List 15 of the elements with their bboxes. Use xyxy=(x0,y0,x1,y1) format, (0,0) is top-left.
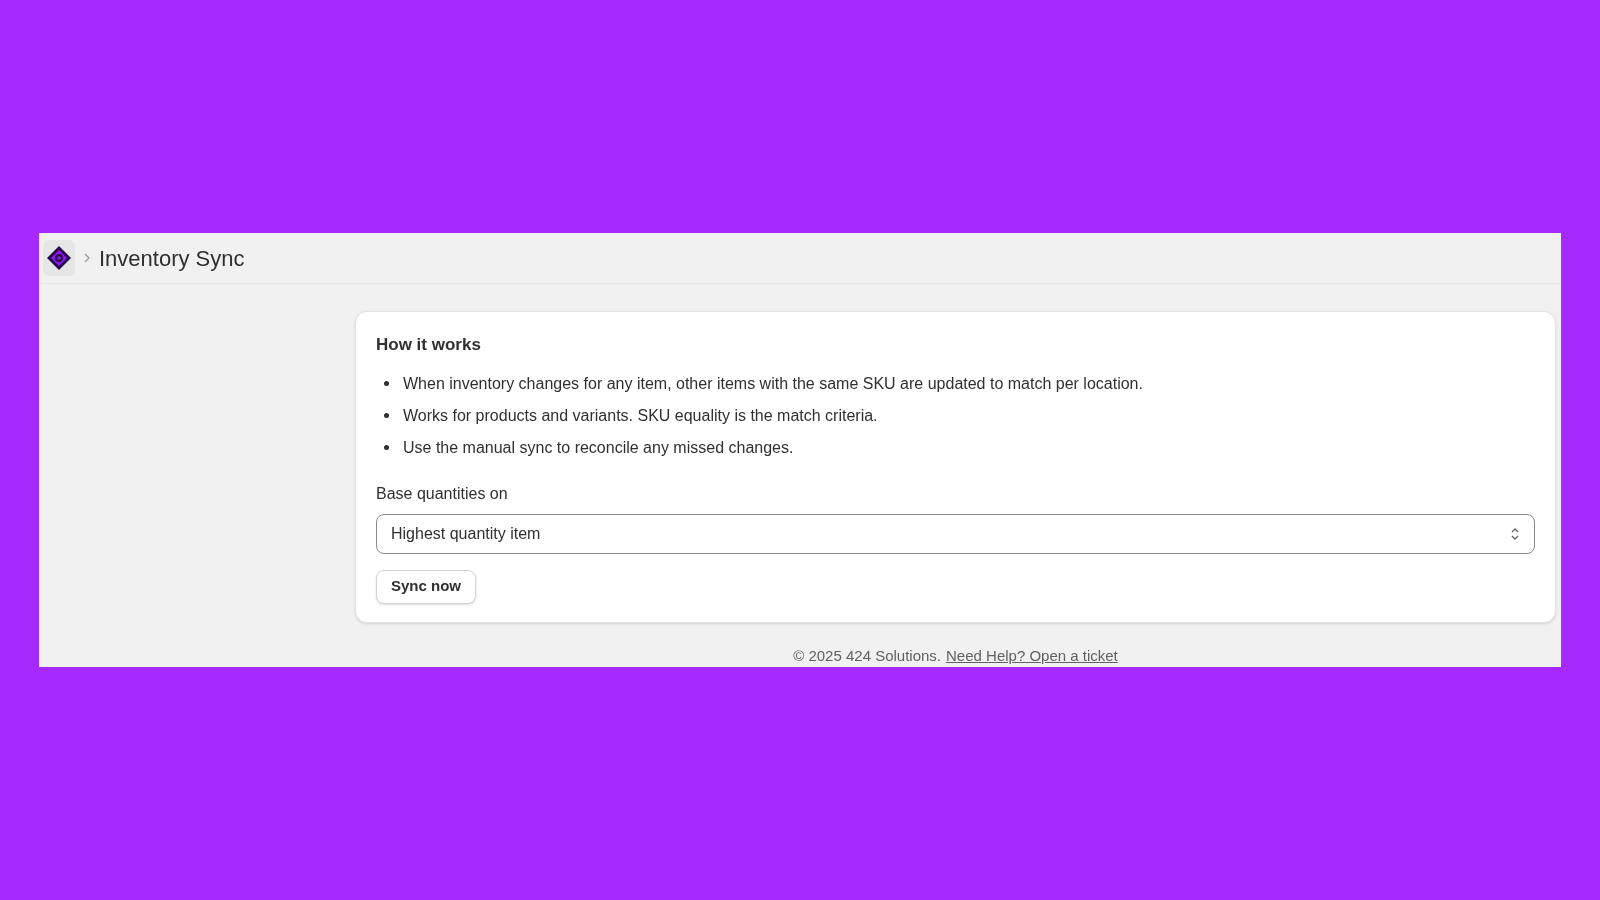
bullet-text: Works for products and variants. SKU equality is the match criteria. xyxy=(403,405,878,426)
bullet-text: Use the manual sync to reconcile any missed changes. xyxy=(403,437,794,458)
bullet-text: When inventory changes for any item, other items with the same SKU are updated to match per location. xyxy=(403,373,1143,394)
card-title: How it works xyxy=(376,334,482,356)
bullet-icon xyxy=(384,445,389,450)
field-label: Base quantities on xyxy=(376,483,509,504)
sync-now-button[interactable]: Sync now xyxy=(376,569,476,604)
bullet-icon xyxy=(384,381,389,386)
base-quantities-select[interactable]: Highest quantity item xyxy=(376,513,1535,554)
page-title: Inventory Sync xyxy=(99,244,245,273)
help-link[interactable]: Need Help? Open a ticket xyxy=(946,644,1118,667)
breadcrumb-chevron-icon xyxy=(83,252,91,264)
copyright-text: © 2025 424 Solutions. xyxy=(793,645,941,666)
app-logo-icon[interactable] xyxy=(43,240,75,276)
bullet-icon xyxy=(384,413,389,418)
